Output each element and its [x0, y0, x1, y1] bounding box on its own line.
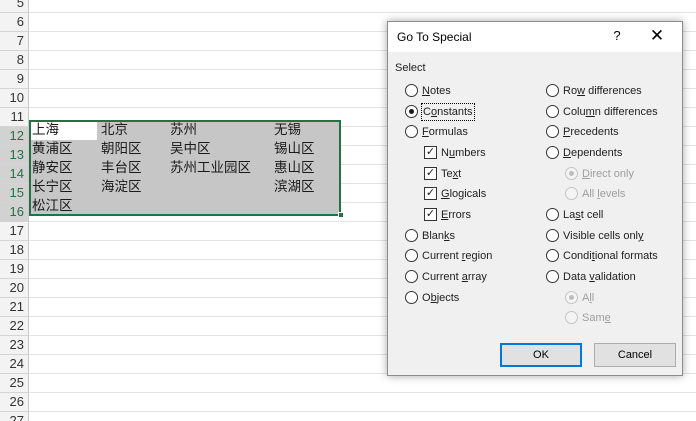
cell-d14[interactable]: 惠山区: [274, 159, 315, 178]
cell-b15[interactable]: 海淀区: [101, 178, 142, 197]
cell-b13[interactable]: 朝阳区: [101, 140, 142, 159]
gridline: [29, 411, 696, 412]
cell-b12[interactable]: 北京: [101, 121, 128, 140]
cell-a12[interactable]: 上海: [32, 121, 59, 140]
radio-icon[interactable]: [546, 146, 559, 159]
select-group-label: Select: [395, 62, 426, 74]
cell-d12[interactable]: 无锡: [274, 121, 301, 140]
cancel-button[interactable]: Cancel: [594, 343, 676, 367]
radio-disabled-icon: [565, 311, 578, 324]
fill-handle[interactable]: [338, 212, 344, 218]
row-header-8[interactable]: 8: [0, 51, 29, 70]
checkbox-checked-icon[interactable]: ✓: [424, 187, 437, 200]
radio-icon[interactable]: [546, 229, 559, 242]
row-header-17[interactable]: 17: [0, 222, 29, 241]
row-header-16[interactable]: 16: [0, 203, 29, 222]
radio-disabled-checked-icon: [565, 291, 578, 304]
radio-icon[interactable]: [546, 249, 559, 262]
row-header-7[interactable]: 7: [0, 32, 29, 51]
radio-icon[interactable]: [405, 84, 418, 97]
go-to-special-dialog: Go To Special ? ✕ Select Notes Constants…: [387, 21, 683, 376]
row-header-22[interactable]: 22: [0, 317, 29, 336]
radio-icon[interactable]: [546, 270, 559, 283]
row-header-21[interactable]: 21: [0, 298, 29, 317]
close-icon[interactable]: ✕: [646, 26, 668, 46]
row-header-25[interactable]: 25: [0, 374, 29, 393]
row-header-14[interactable]: 14: [0, 165, 29, 184]
checkbox-checked-icon[interactable]: ✓: [424, 208, 437, 221]
cell-b14[interactable]: 丰台区: [101, 159, 142, 178]
row-header-11[interactable]: 11: [0, 108, 29, 127]
row-header-13[interactable]: 13: [0, 146, 29, 165]
radio-icon[interactable]: [405, 125, 418, 138]
row-header-19[interactable]: 19: [0, 260, 29, 279]
row-header-20[interactable]: 20: [0, 279, 29, 298]
cell-a14[interactable]: 静安区: [32, 159, 73, 178]
dialog-title: Go To Special: [397, 30, 472, 44]
radio-icon[interactable]: [405, 249, 418, 262]
radio-icon[interactable]: [405, 270, 418, 283]
radio-icon[interactable]: [405, 229, 418, 242]
checkbox-checked-icon[interactable]: ✓: [424, 146, 437, 159]
cell-a13[interactable]: 黄浦区: [32, 140, 73, 159]
gridline: [29, 12, 696, 13]
cell-c12[interactable]: 苏州: [170, 121, 197, 140]
row-header-6[interactable]: 6: [0, 13, 29, 32]
radio-disabled-icon: [565, 187, 578, 200]
row-header-12[interactable]: 12: [0, 127, 29, 146]
radio-icon[interactable]: [546, 84, 559, 97]
cell-a15[interactable]: 长宁区: [32, 178, 73, 197]
row-header-27[interactable]: 27: [0, 412, 29, 421]
cell-c14[interactable]: 苏州工业园区: [170, 159, 251, 178]
row-header-15[interactable]: 15: [0, 184, 29, 203]
cell-a16[interactable]: 松江区: [32, 197, 73, 216]
gridline: [29, 392, 696, 393]
radio-disabled-checked-icon: [565, 167, 578, 180]
radio-icon[interactable]: [546, 125, 559, 138]
dialog-titlebar[interactable]: Go To Special ? ✕: [388, 22, 682, 52]
row-header-9[interactable]: 9: [0, 70, 29, 89]
row-header-10[interactable]: 10: [0, 89, 29, 108]
row-header-5[interactable]: 5: [0, 0, 29, 13]
row-header-24[interactable]: 24: [0, 355, 29, 374]
row-header-26[interactable]: 26: [0, 393, 29, 412]
row-header-23[interactable]: 23: [0, 336, 29, 355]
radio-icon[interactable]: [405, 291, 418, 304]
ok-button[interactable]: OK: [500, 343, 582, 367]
row-header-18[interactable]: 18: [0, 241, 29, 260]
checkbox-checked-icon[interactable]: ✓: [424, 167, 437, 180]
help-icon[interactable]: ?: [610, 28, 624, 43]
radio-checked-icon[interactable]: [405, 105, 418, 118]
cell-d15[interactable]: 滨湖区: [274, 178, 315, 197]
cell-c13[interactable]: 吴中区: [170, 140, 211, 159]
radio-icon[interactable]: [546, 208, 559, 221]
cell-d13[interactable]: 锡山区: [274, 140, 315, 159]
radio-icon[interactable]: [546, 105, 559, 118]
